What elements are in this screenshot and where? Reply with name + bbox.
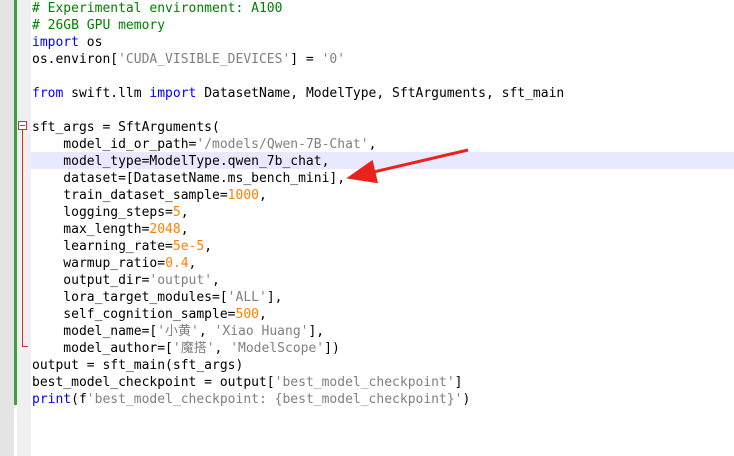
arrow-shaft bbox=[346, 148, 469, 184]
red-arrow-annotation bbox=[346, 148, 469, 184]
